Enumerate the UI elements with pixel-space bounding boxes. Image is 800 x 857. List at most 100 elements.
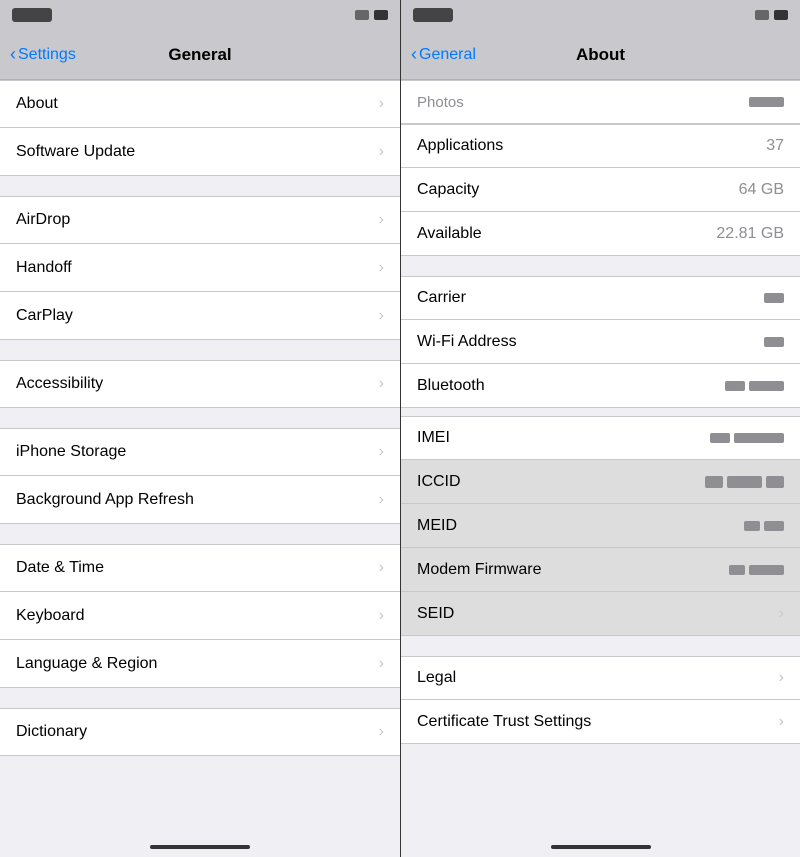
right-back-label[interactable]: General: [419, 46, 476, 64]
left-iphone-storage-chevron: ›: [379, 443, 384, 461]
right-bottom-space: [401, 744, 800, 774]
left-status-time-area: [12, 8, 52, 22]
right-status-bar: [401, 0, 800, 30]
left-language-region-chevron: ›: [379, 655, 384, 673]
left-carplay-label: CarPlay: [16, 307, 73, 325]
left-item-handoff[interactable]: Handoff ›: [0, 244, 400, 292]
left-dictionary-right: ›: [379, 723, 384, 741]
left-item-accessibility[interactable]: Accessibility ›: [0, 360, 400, 408]
right-item-seid[interactable]: SEID ›: [401, 592, 800, 636]
right-photos-right: [749, 97, 784, 107]
right-battery-icon: [774, 10, 788, 20]
left-status-bar: [0, 0, 400, 30]
left-airdrop-right: ›: [379, 211, 384, 229]
right-signal-icon: [755, 10, 769, 20]
left-item-iphone-storage[interactable]: iPhone Storage ›: [0, 428, 400, 476]
left-item-keyboard[interactable]: Keyboard ›: [0, 592, 400, 640]
left-time-block: [12, 8, 52, 22]
left-item-background-app-refresh[interactable]: Background App Refresh ›: [0, 476, 400, 524]
right-group-top: Photos: [401, 80, 800, 124]
left-background-app-refresh-right: ›: [379, 491, 384, 509]
right-seid-label: SEID: [417, 605, 454, 623]
left-software-update-right: ›: [379, 143, 384, 161]
right-photos-label: Photos: [417, 94, 464, 111]
right-photos-value-blurred: [749, 97, 784, 107]
left-iphone-storage-label: iPhone Storage: [16, 443, 126, 461]
right-back-chevron-icon: ‹: [411, 44, 417, 65]
right-seid-chevron: ›: [779, 605, 784, 623]
right-iccid-blur3: [766, 476, 784, 488]
left-date-time-label: Date & Time: [16, 559, 104, 577]
left-back-label[interactable]: Settings: [18, 46, 76, 64]
right-status-icons: [755, 10, 788, 20]
right-item-modem-firmware[interactable]: Modem Firmware: [401, 548, 800, 592]
left-group-5: Date & Time › Keyboard › Language & Regi…: [0, 544, 400, 688]
left-signal-icon: [355, 10, 369, 20]
right-iccid-blur1: [705, 476, 723, 488]
right-home-indicator: [401, 837, 800, 857]
right-seid-right: ›: [779, 605, 784, 623]
left-background-app-refresh-label: Background App Refresh: [16, 491, 194, 509]
left-about-label: About: [16, 95, 58, 113]
left-back-chevron-icon: ‹: [10, 44, 16, 65]
right-bluetooth-label: Bluetooth: [417, 377, 485, 395]
left-handoff-right: ›: [379, 259, 384, 277]
left-gap-4: [0, 524, 400, 544]
right-legal-right: ›: [779, 669, 784, 687]
right-imei-blurred: [710, 433, 784, 443]
right-item-photos[interactable]: Photos: [401, 80, 800, 124]
right-iccid-blurred: [705, 476, 784, 488]
right-available-value: 22.81 GB: [716, 225, 784, 243]
right-gap-1: [401, 256, 800, 276]
left-phone-panel: ‹ Settings General About › Software Upda…: [0, 0, 400, 857]
left-battery-icon: [374, 10, 388, 20]
left-item-language-region[interactable]: Language & Region ›: [0, 640, 400, 688]
right-item-imei[interactable]: IMEI: [401, 416, 800, 460]
right-item-certificate-trust[interactable]: Certificate Trust Settings ›: [401, 700, 800, 744]
right-nav-title: About: [576, 45, 625, 65]
left-about-right: ›: [379, 95, 384, 113]
right-item-wifi-address[interactable]: Wi-Fi Address: [401, 320, 800, 364]
left-item-date-time[interactable]: Date & Time ›: [0, 544, 400, 592]
right-item-capacity[interactable]: Capacity 64 GB: [401, 168, 800, 212]
left-back-button[interactable]: ‹ Settings: [10, 44, 76, 65]
right-item-legal[interactable]: Legal ›: [401, 656, 800, 700]
right-imei-right: [710, 433, 784, 443]
left-item-software-update[interactable]: Software Update ›: [0, 128, 400, 176]
right-meid-right: [744, 521, 784, 531]
right-applications-value: 37: [766, 137, 784, 155]
left-group-4: iPhone Storage › Background App Refresh …: [0, 428, 400, 524]
right-item-iccid[interactable]: ICCID: [401, 460, 800, 504]
left-gap-5: [0, 688, 400, 708]
right-meid-blur2: [764, 521, 784, 531]
right-certificate-trust-right: ›: [779, 713, 784, 731]
right-available-right: 22.81 GB: [716, 225, 784, 243]
left-iphone-storage-right: ›: [379, 443, 384, 461]
right-gap-3: [401, 636, 800, 656]
left-item-dictionary[interactable]: Dictionary ›: [0, 708, 400, 756]
right-certificate-trust-label: Certificate Trust Settings: [417, 713, 591, 731]
left-keyboard-chevron: ›: [379, 607, 384, 625]
right-status-time-area: [413, 8, 453, 22]
right-modem-blurred: [729, 565, 784, 575]
right-modem-blur2: [749, 565, 784, 575]
right-item-carrier[interactable]: Carrier: [401, 276, 800, 320]
right-carrier-blurred: [764, 293, 784, 303]
right-time-block: [413, 8, 453, 22]
right-back-button[interactable]: ‹ General: [411, 44, 476, 65]
right-modem-firmware-label: Modem Firmware: [417, 561, 541, 579]
left-group-3: Accessibility ›: [0, 360, 400, 408]
right-applications-label: Applications: [417, 137, 503, 155]
right-iccid-blur2: [727, 476, 762, 488]
right-item-bluetooth[interactable]: Bluetooth: [401, 364, 800, 408]
right-imei-blur2: [734, 433, 784, 443]
left-item-airdrop[interactable]: AirDrop ›: [0, 196, 400, 244]
right-item-meid[interactable]: MEID: [401, 504, 800, 548]
left-item-carplay[interactable]: CarPlay ›: [0, 292, 400, 340]
right-item-applications[interactable]: Applications 37: [401, 124, 800, 168]
left-item-about[interactable]: About ›: [0, 80, 400, 128]
right-group-1: Applications 37 Capacity 64 GB Available…: [401, 124, 800, 256]
left-gap-3: [0, 408, 400, 428]
right-carrier-blur: [764, 293, 784, 303]
right-item-available[interactable]: Available 22.81 GB: [401, 212, 800, 256]
